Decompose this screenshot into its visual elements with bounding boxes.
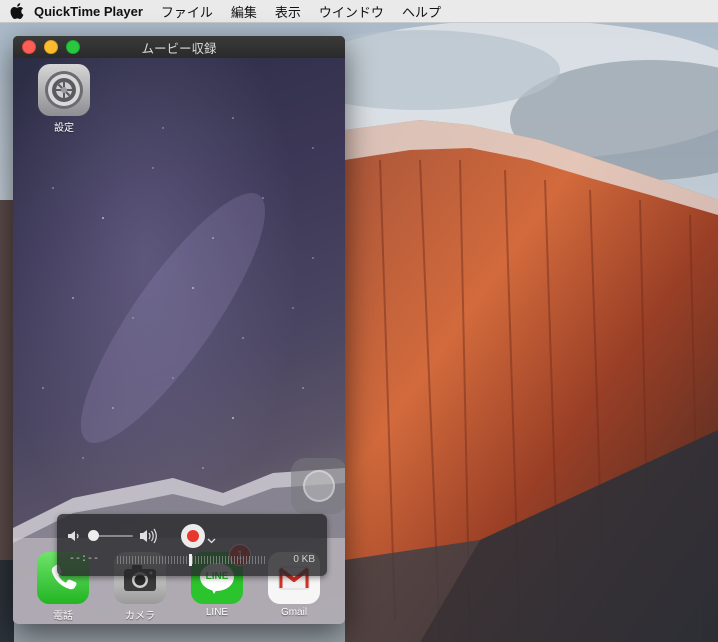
volume-low-icon [67,529,81,548]
volume-slider-knob[interactable] [88,530,99,541]
chevron-down-icon[interactable] [207,531,216,549]
window-title: ムービー収録 [141,41,217,56]
app-settings[interactable]: 設定 [38,64,90,134]
movie-recording-window: ムービー収録 設定 電話 カメラ LINE LINE Gmail --:-- 0… [13,36,345,624]
record-icon [187,530,199,542]
volume-high-icon [139,527,159,550]
menu-view[interactable]: 表示 [275,2,301,21]
window-titlebar[interactable]: ムービー収録 [13,36,345,59]
file-size: 0 KB [293,554,315,565]
app-label: 電話 [53,611,73,622]
assistive-touch-button[interactable] [291,458,345,514]
menu-window[interactable]: ウインドウ [319,2,384,21]
record-button[interactable] [181,524,205,548]
recording-controls: --:-- 0 KB [57,514,327,576]
app-label: Gmail [280,607,308,618]
menu-bar: QuickTime Player ファイル 編集 表示 ウインドウ ヘルプ [0,0,718,23]
apple-menu-icon[interactable] [0,3,34,19]
menu-help[interactable]: ヘルプ [402,2,441,21]
assistive-touch-icon [303,470,335,502]
app-label: 設定 [54,123,74,134]
settings-gear-icon [38,64,90,116]
elapsed-time: --:-- [69,554,100,565]
app-label: LINE [205,607,229,618]
menu-edit[interactable]: 編集 [231,2,257,21]
app-label: カメラ [125,611,155,622]
audio-level-marker [189,554,192,566]
menu-file[interactable]: ファイル [161,2,213,21]
menu-app-name[interactable]: QuickTime Player [34,4,143,19]
